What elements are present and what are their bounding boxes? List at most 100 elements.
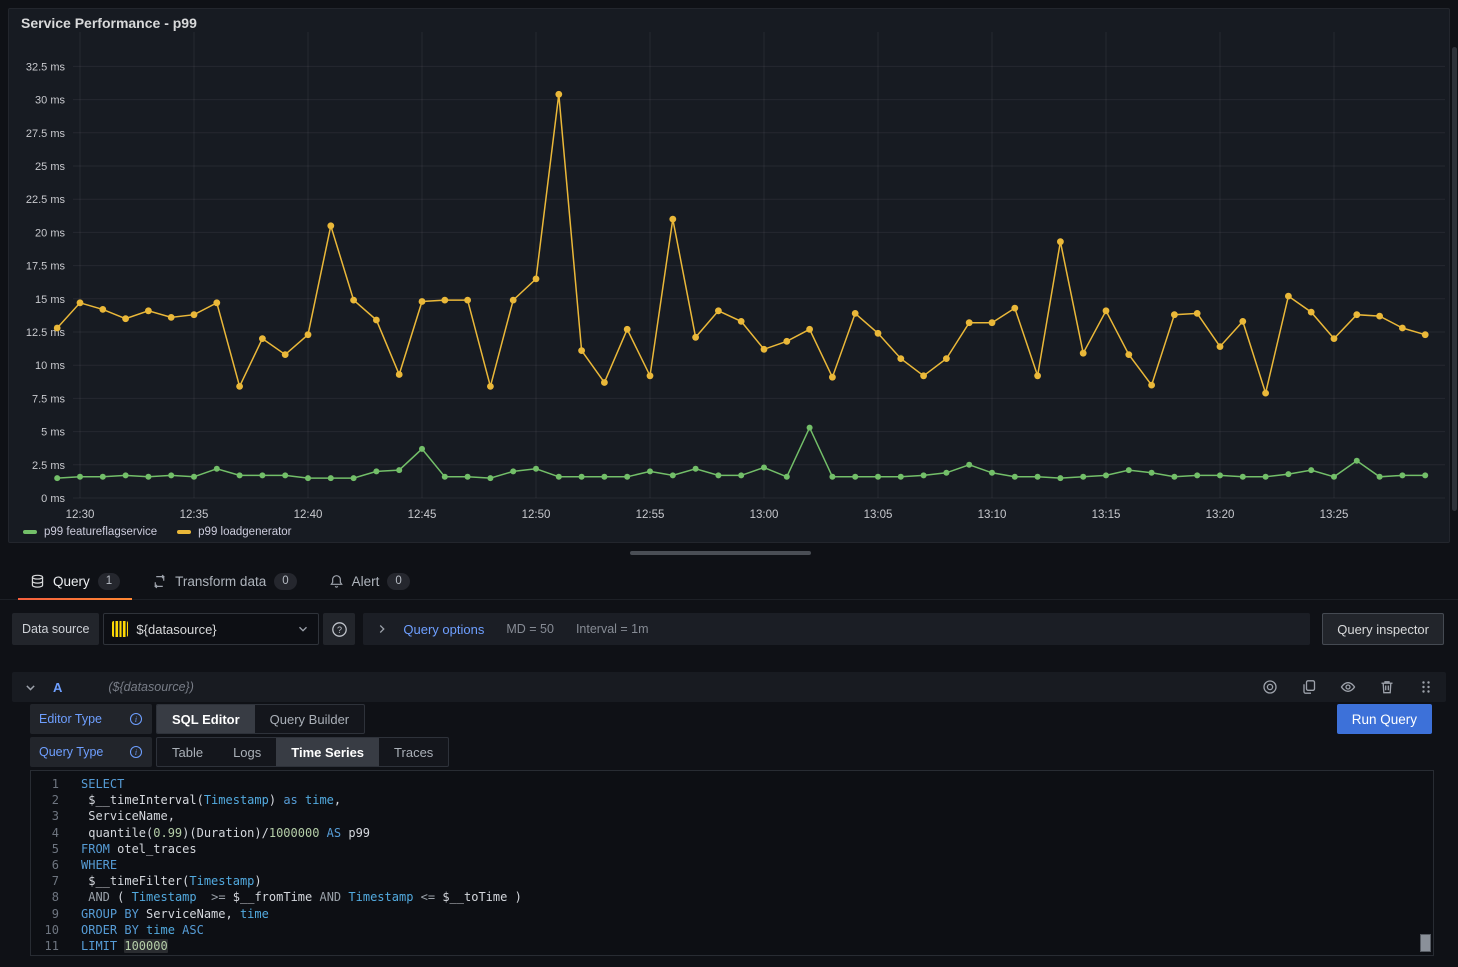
- editor-type-option-sql-editor[interactable]: SQL Editor: [157, 705, 255, 733]
- chevron-right-icon[interactable]: [375, 622, 389, 636]
- chart-point: [1285, 293, 1292, 300]
- chart-point: [624, 474, 630, 480]
- chart-point: [555, 91, 562, 98]
- chart-point: [898, 474, 904, 480]
- chart-point: [145, 474, 151, 480]
- datasource-help-button[interactable]: ?: [323, 613, 355, 645]
- line-number: 10: [31, 922, 59, 938]
- chart-point: [1057, 238, 1064, 245]
- editor-scrollbar-thumb[interactable]: [1420, 934, 1431, 952]
- x-axis-tick: 13:15: [1092, 509, 1121, 521]
- legend-label[interactable]: p99 loadgenerator: [198, 526, 291, 538]
- code-line[interactable]: 11LIMIT 100000: [31, 938, 1433, 954]
- vertical-scrollbar[interactable]: [1452, 47, 1457, 511]
- code-line[interactable]: 7 $__timeFilter(Timestamp): [31, 873, 1433, 889]
- query-type-option-time-series[interactable]: Time Series: [276, 738, 379, 766]
- y-axis-tick: 25 ms: [35, 161, 65, 173]
- x-axis-tick: 13:00: [750, 509, 779, 521]
- code-line[interactable]: 9GROUP BY ServiceName, time: [31, 906, 1433, 922]
- chart-point: [305, 475, 311, 481]
- chart-point: [168, 472, 174, 478]
- legend-label[interactable]: p99 featureflagservice: [44, 526, 157, 538]
- chart-point: [1034, 372, 1041, 379]
- collapse-chevron-icon[interactable]: [24, 681, 37, 694]
- info-circle-icon[interactable]: i: [129, 745, 143, 759]
- chart-point: [1057, 475, 1063, 481]
- chart-legend: p99 featureflagservice p99 loadgenerator: [23, 526, 292, 538]
- editor-type-option-query-builder[interactable]: Query Builder: [255, 705, 364, 733]
- legend-item-loadgenerator[interactable]: p99 loadgenerator: [177, 526, 291, 538]
- datasource-picker[interactable]: ${datasource}: [103, 613, 319, 645]
- chart-point: [715, 472, 721, 478]
- tab-transform-data[interactable]: Transform data 0: [140, 564, 308, 600]
- chart-point: [168, 314, 175, 321]
- query-ref-id[interactable]: A: [53, 680, 62, 695]
- query-type-option-table[interactable]: Table: [157, 738, 218, 766]
- query-options-toggle[interactable]: Query options: [403, 622, 484, 637]
- chart-point: [738, 472, 744, 478]
- chart-point: [943, 355, 950, 362]
- chart-point: [601, 474, 607, 480]
- chart-point: [556, 474, 562, 480]
- info-circle-icon[interactable]: i: [129, 712, 143, 726]
- query-inspector-button[interactable]: Query inspector: [1322, 613, 1444, 645]
- chart-point: [738, 318, 745, 325]
- chart-point: [1103, 472, 1109, 478]
- chart-point: [1103, 307, 1110, 314]
- query-type-label: Query Type i: [30, 737, 152, 767]
- line-number: 7: [31, 873, 59, 889]
- duplicate-query-icon[interactable]: [1301, 679, 1317, 695]
- code-text: $__timeInterval(Timestamp) as time,: [81, 792, 341, 808]
- chart-point: [601, 379, 608, 386]
- eye-icon[interactable]: [1340, 679, 1356, 695]
- query-type-option-traces[interactable]: Traces: [379, 738, 448, 766]
- chart-point: [1194, 310, 1201, 317]
- chart-point: [327, 222, 334, 229]
- timeseries-chart[interactable]: 12:3012:3512:4012:4512:5012:5513:0013:05…: [9, 9, 1451, 523]
- tab-query[interactable]: Query 1: [18, 564, 132, 600]
- code-line[interactable]: 5FROM otel_traces: [31, 841, 1433, 857]
- tab-label: Transform data: [175, 574, 266, 589]
- chart-point: [191, 474, 197, 480]
- chart-point: [989, 319, 996, 326]
- query-options-bar: Query options MD = 50 Interval = 1m: [363, 613, 1310, 645]
- query-options-md: MD = 50: [506, 622, 554, 636]
- x-axis-tick: 12:35: [180, 509, 209, 521]
- chart-point: [305, 331, 312, 338]
- drag-handle-icon[interactable]: [1418, 679, 1434, 695]
- chart-point: [1308, 467, 1314, 473]
- chart-point: [1308, 309, 1315, 316]
- y-axis-tick: 15 ms: [35, 294, 65, 306]
- chart-point: [54, 325, 61, 332]
- code-line[interactable]: 8 AND ( Timestamp >= $__fromTime AND Tim…: [31, 889, 1433, 905]
- run-query-button[interactable]: Run Query: [1337, 704, 1432, 734]
- chart-point: [465, 474, 471, 480]
- legend-color-swatch: [177, 530, 191, 534]
- code-line[interactable]: 10ORDER BY time ASC: [31, 922, 1433, 938]
- chart-point: [1035, 474, 1041, 480]
- query-type-option-logs[interactable]: Logs: [218, 738, 276, 766]
- query-row-header[interactable]: A (${datasource}): [12, 672, 1446, 702]
- chart-point: [191, 311, 198, 318]
- code-line[interactable]: 6WHERE: [31, 857, 1433, 873]
- code-line[interactable]: 4 quantile(0.99)(Duration)/1000000 AS p9…: [31, 825, 1433, 841]
- chart-point: [464, 297, 471, 304]
- trash-icon[interactable]: [1379, 679, 1395, 695]
- chart-point: [351, 475, 357, 481]
- y-axis-tick: 0 ms: [41, 493, 65, 505]
- panel-resize-handle[interactable]: [630, 551, 811, 555]
- legend-item-featureflagservice[interactable]: p99 featureflagservice: [23, 526, 157, 538]
- chart-point: [214, 466, 220, 472]
- code-line[interactable]: 3 ServiceName,: [31, 808, 1433, 824]
- chart-point: [1126, 467, 1132, 473]
- code-text: ServiceName,: [81, 808, 175, 824]
- sql-code-editor[interactable]: 1SELECT2 $__timeInterval(Timestamp) as t…: [30, 770, 1434, 956]
- chart-point: [624, 326, 631, 333]
- code-line[interactable]: 2 $__timeInterval(Timestamp) as time,: [31, 792, 1433, 808]
- record-circle-icon[interactable]: [1262, 679, 1278, 695]
- code-text: quantile(0.99)(Duration)/1000000 AS p99: [81, 825, 370, 841]
- code-line[interactable]: 1SELECT: [31, 776, 1433, 792]
- x-axis-tick: 13:20: [1206, 509, 1235, 521]
- x-axis-tick: 12:50: [522, 509, 551, 521]
- tab-alert[interactable]: Alert 0: [317, 564, 422, 600]
